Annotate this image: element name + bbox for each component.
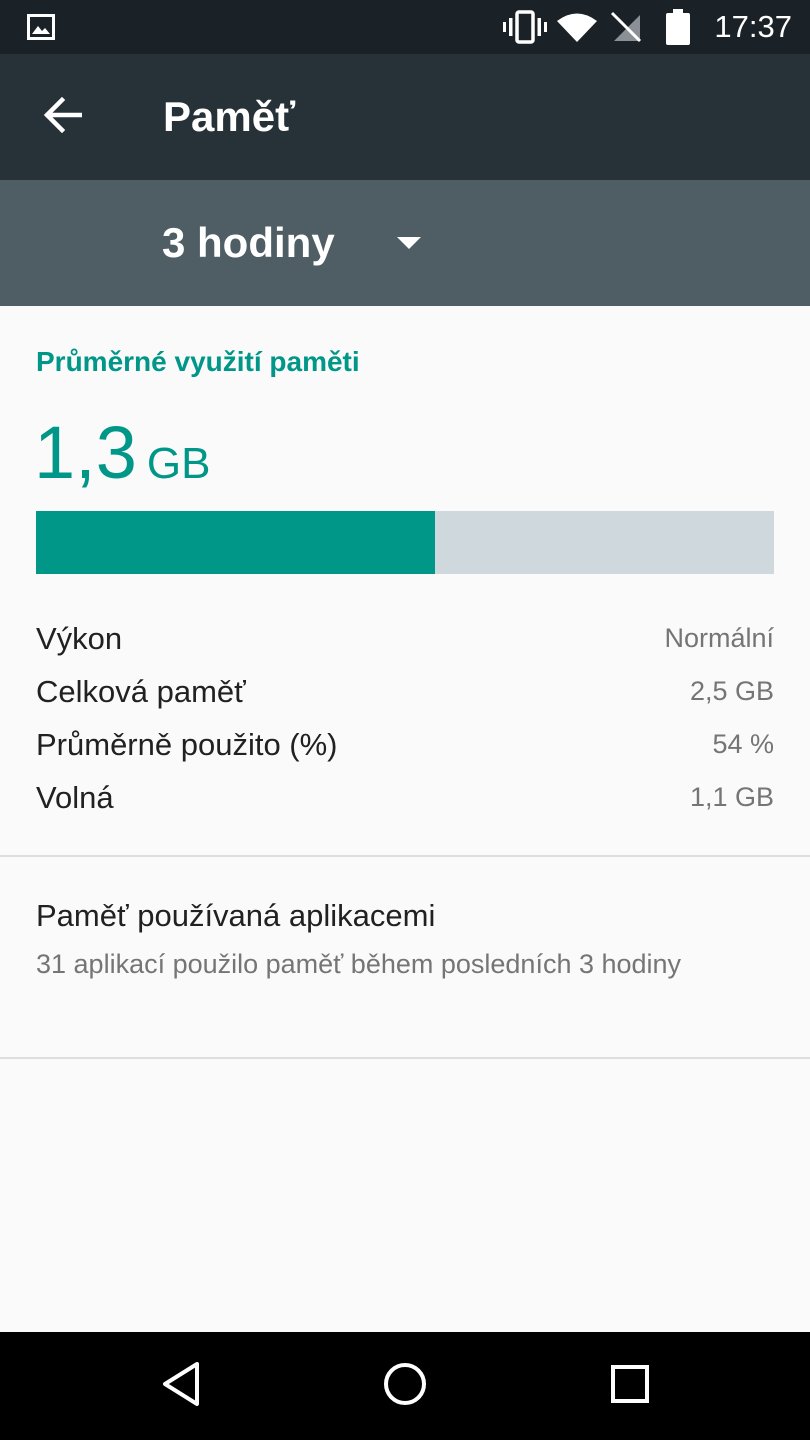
- nav-back-button[interactable]: [141, 1346, 221, 1426]
- arrow-back-icon: [42, 96, 83, 138]
- divider: [0, 855, 810, 857]
- apps-memory-item[interactable]: Paměť používaná aplikacemi 31 aplikací p…: [0, 858, 810, 1058]
- period-selected-label: 3 hodiny: [162, 219, 335, 266]
- period-dropdown[interactable]: 3 hodiny: [150, 198, 433, 288]
- average-memory-unit: GB: [146, 439, 211, 488]
- section-title: Průměrné využití paměti: [36, 346, 360, 377]
- stat-row-total-memory: Celková paměť 2,5 GB: [36, 665, 774, 718]
- home-circle-icon: [381, 1360, 429, 1413]
- divider: [0, 1057, 810, 1059]
- battery-icon: [665, 0, 691, 54]
- stat-label: Průměrně použito (%): [36, 726, 338, 762]
- status-time: 17:37: [714, 9, 792, 44]
- recents-square-icon: [608, 1362, 652, 1411]
- page-title: Paměť: [163, 93, 296, 140]
- wifi-icon: [557, 0, 597, 54]
- stat-value: 1,1 GB: [689, 782, 774, 812]
- apps-memory-title: Paměť používaná aplikacemi: [36, 898, 436, 933]
- stat-value: Normální: [664, 623, 774, 653]
- vibrate-icon: [503, 0, 547, 54]
- memory-usage-fill: [36, 511, 435, 574]
- stat-label: Výkon: [36, 620, 123, 656]
- stat-row-average-used: Průměrně použito (%) 54 %: [36, 718, 774, 771]
- image-notification-icon: [26, 0, 56, 54]
- nav-recents-button[interactable]: [590, 1346, 670, 1426]
- app-bar: Paměť: [0, 54, 810, 180]
- status-bar: 17:37: [0, 0, 810, 54]
- period-bar: 3 hodiny: [0, 180, 810, 306]
- back-triangle-icon: [159, 1360, 203, 1413]
- apps-memory-subtitle: 31 aplikací použilo paměť během poslední…: [36, 949, 682, 979]
- dropdown-caret-icon: [396, 237, 421, 249]
- stat-row-free: Volná 1,1 GB: [36, 771, 774, 824]
- stat-row-performance: Výkon Normální: [36, 612, 774, 665]
- memory-usage-bar: [36, 511, 774, 574]
- average-memory-number: 1,3: [34, 411, 137, 494]
- stat-value: 2,5 GB: [689, 676, 774, 706]
- no-sim-icon: [609, 0, 643, 54]
- stat-label: Volná: [36, 779, 114, 815]
- stat-value: 54 %: [712, 729, 774, 759]
- back-button[interactable]: [26, 81, 98, 153]
- navigation-bar: [0, 1332, 810, 1440]
- nav-home-button[interactable]: [365, 1346, 445, 1426]
- stat-label: Celková paměť: [36, 673, 246, 709]
- average-memory-value: 1,3 GB: [34, 410, 210, 495]
